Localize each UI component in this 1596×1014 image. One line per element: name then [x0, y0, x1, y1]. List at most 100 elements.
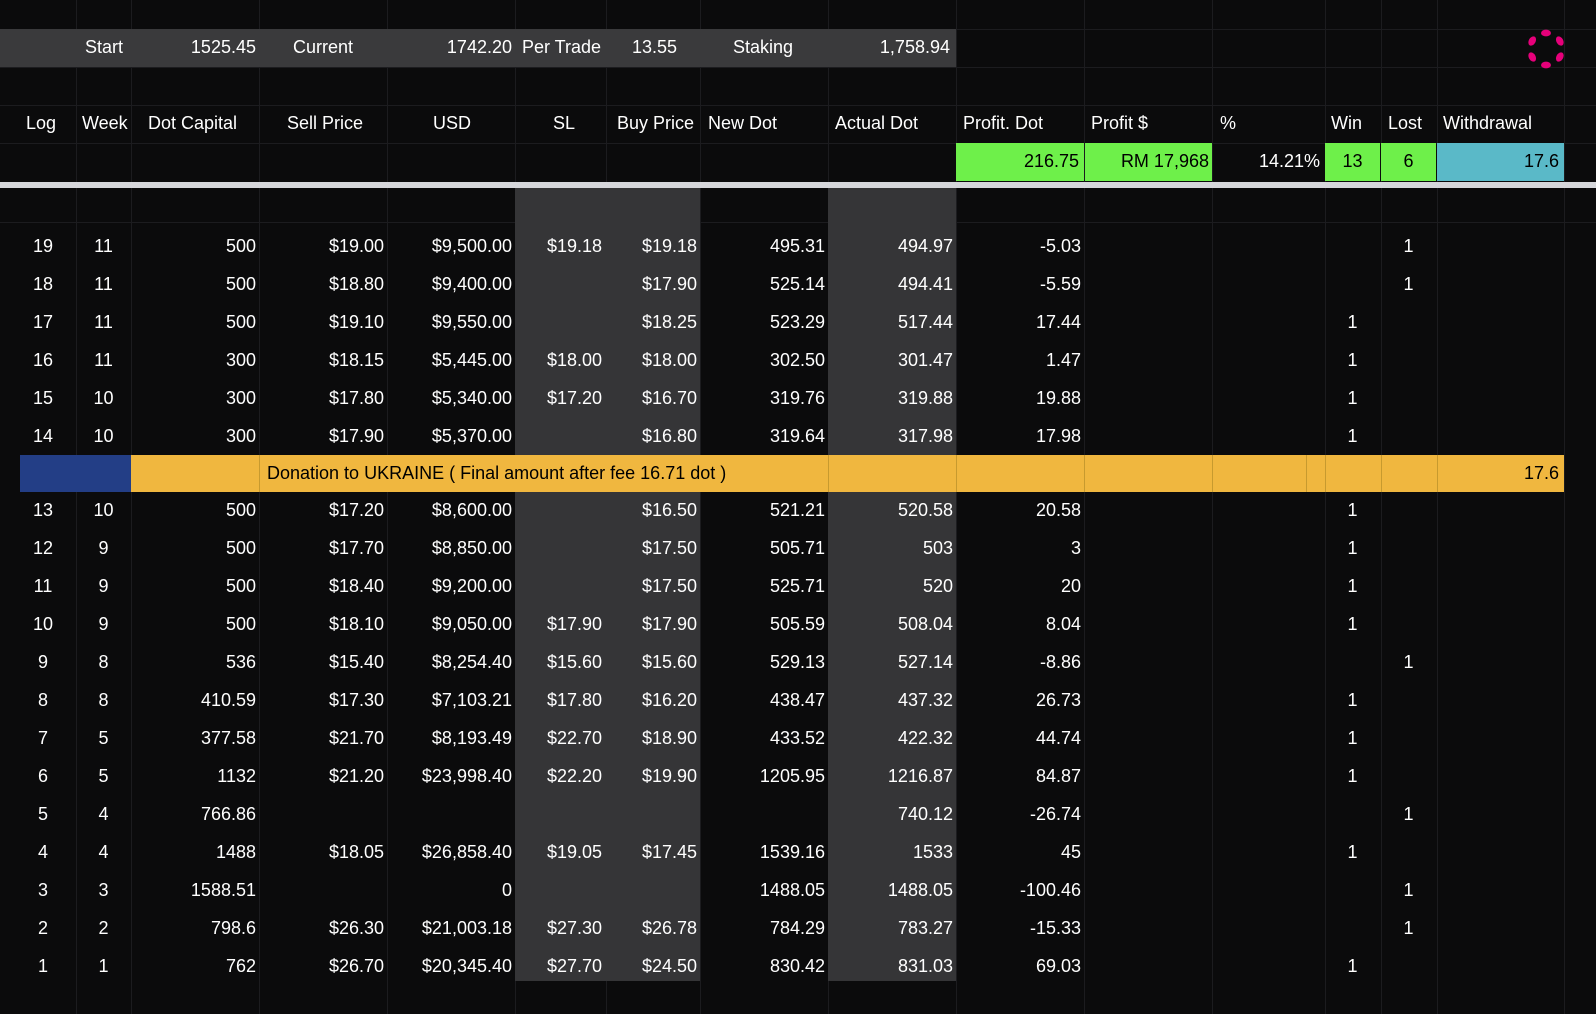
cell-week[interactable]: 9	[76, 568, 131, 605]
cell-sell[interactable]: $15.40	[259, 644, 384, 681]
cell-sell[interactable]: $21.70	[259, 720, 384, 757]
cell-new-dot[interactable]: 521.21	[700, 492, 825, 529]
cell-sell[interactable]: $18.40	[259, 568, 384, 605]
cell-buy[interactable]: $16.20	[606, 682, 697, 719]
cell-actual[interactable]: 508.04	[828, 606, 953, 643]
cell-actual[interactable]: 1533	[828, 834, 953, 871]
cell-buy[interactable]: $16.70	[606, 380, 697, 417]
cell-lost[interactable]: 1	[1381, 644, 1436, 681]
cell-log[interactable]: 9	[20, 644, 66, 681]
cell-profit[interactable]: -5.03	[956, 228, 1081, 265]
col-header-sl[interactable]: SL	[553, 105, 575, 142]
cell-capital[interactable]: 1132	[131, 758, 256, 795]
col-header-actual-dot[interactable]: Actual Dot	[835, 105, 918, 142]
cell-lost[interactable]	[1381, 720, 1436, 757]
cell-week[interactable]: 5	[76, 720, 131, 757]
col-header-usd[interactable]: USD	[433, 105, 471, 142]
cell-capital[interactable]: 500	[131, 266, 256, 303]
cell-lost[interactable]	[1381, 568, 1436, 605]
cell-win[interactable]: 1	[1325, 568, 1380, 605]
cell-log[interactable]: 15	[20, 380, 66, 417]
cell-sell[interactable]: $19.00	[259, 228, 384, 265]
cell-win[interactable]: 1	[1325, 682, 1380, 719]
col-header-buy-price[interactable]: Buy Price	[617, 105, 694, 142]
cell-win[interactable]: 1	[1325, 304, 1380, 341]
cell-buy[interactable]: $16.80	[606, 418, 697, 455]
cell-capital[interactable]: 536	[131, 644, 256, 681]
cell-profit[interactable]: -5.59	[956, 266, 1081, 303]
cell-lost[interactable]	[1381, 758, 1436, 795]
cell-actual[interactable]: 1488.05	[828, 872, 953, 909]
cell-new-dot[interactable]: 495.31	[700, 228, 825, 265]
cell-lost[interactable]	[1381, 682, 1436, 719]
col-header-profit-usd[interactable]: Profit $	[1091, 105, 1148, 142]
cell-buy[interactable]: $17.50	[606, 530, 697, 567]
cell-actual[interactable]: 740.12	[828, 796, 953, 833]
cell-sl[interactable]: $19.05	[515, 834, 602, 871]
cell-buy[interactable]	[606, 872, 697, 909]
cell-buy[interactable]: $15.60	[606, 644, 697, 681]
col-header-dot-capital[interactable]: Dot Capital	[148, 105, 237, 142]
cell-win[interactable]	[1325, 872, 1380, 909]
cell-capital[interactable]: 766.86	[131, 796, 256, 833]
per-trade-value[interactable]: 13.55	[632, 29, 692, 66]
cell-log[interactable]: 8	[20, 682, 66, 719]
cell-new-dot[interactable]: 525.71	[700, 568, 825, 605]
cell-capital[interactable]: 798.6	[131, 910, 256, 947]
cell-lost[interactable]: 1	[1381, 796, 1436, 833]
cell-usd[interactable]: $9,550.00	[387, 304, 512, 341]
cell-sell[interactable]: $19.10	[259, 304, 384, 341]
cell-sell[interactable]: $17.30	[259, 682, 384, 719]
cell-sell[interactable]	[259, 872, 384, 909]
cell-profit[interactable]: 17.44	[956, 304, 1081, 341]
cell-profit[interactable]: -26.74	[956, 796, 1081, 833]
cell-lost[interactable]	[1381, 418, 1436, 455]
cell-win[interactable]: 1	[1325, 606, 1380, 643]
cell-new-dot[interactable]: 319.76	[700, 380, 825, 417]
cell-win[interactable]: 1	[1325, 418, 1380, 455]
cell-actual[interactable]: 783.27	[828, 910, 953, 947]
cell-week[interactable]: 11	[76, 266, 131, 303]
donation-withdrawal[interactable]: 17.6	[1439, 455, 1559, 492]
cell-buy[interactable]: $18.00	[606, 342, 697, 379]
cell-capital[interactable]: 500	[131, 304, 256, 341]
cell-profit[interactable]: -8.86	[956, 644, 1081, 681]
cell-usd[interactable]: $21,003.18	[387, 910, 512, 947]
cell-new-dot[interactable]: 505.71	[700, 530, 825, 567]
cell-actual[interactable]: 520	[828, 568, 953, 605]
cell-profit[interactable]: 84.87	[956, 758, 1081, 795]
cell-lost[interactable]	[1381, 834, 1436, 871]
cell-sl[interactable]: $22.20	[515, 758, 602, 795]
cell-sell[interactable]: $26.30	[259, 910, 384, 947]
cell-win[interactable]	[1325, 910, 1380, 947]
cell-week[interactable]: 8	[76, 682, 131, 719]
cell-win[interactable]: 1	[1325, 492, 1380, 529]
cell-buy[interactable]: $17.90	[606, 606, 697, 643]
cell-log[interactable]: 12	[20, 530, 66, 567]
col-header-log[interactable]: Log	[26, 105, 56, 142]
cell-sl[interactable]: $17.80	[515, 682, 602, 719]
cell-sl[interactable]	[515, 530, 602, 567]
cell-week[interactable]: 4	[76, 796, 131, 833]
cell-usd[interactable]: $8,254.40	[387, 644, 512, 681]
current-value[interactable]: 1742.20	[420, 29, 512, 66]
cell-week[interactable]: 9	[76, 606, 131, 643]
cell-profit[interactable]: 3	[956, 530, 1081, 567]
cell-sell[interactable]: $17.70	[259, 530, 384, 567]
total-lost[interactable]: 6	[1381, 143, 1436, 180]
cell-capital[interactable]: 500	[131, 606, 256, 643]
cell-capital[interactable]: 377.58	[131, 720, 256, 757]
cell-lost[interactable]	[1381, 304, 1436, 341]
cell-sell[interactable]: $18.10	[259, 606, 384, 643]
cell-new-dot[interactable]: 433.52	[700, 720, 825, 757]
cell-buy[interactable]: $19.18	[606, 228, 697, 265]
col-header-win[interactable]: Win	[1331, 105, 1362, 142]
cell-sell[interactable]: $18.15	[259, 342, 384, 379]
cell-sell[interactable]: $17.80	[259, 380, 384, 417]
cell-usd[interactable]: $9,400.00	[387, 266, 512, 303]
cell-log[interactable]: 18	[20, 266, 66, 303]
donation-text[interactable]: Donation to UKRAINE ( Final amount after…	[267, 455, 726, 492]
cell-win[interactable]	[1325, 796, 1380, 833]
cell-actual[interactable]: 494.97	[828, 228, 953, 265]
cell-usd[interactable]: $9,200.00	[387, 568, 512, 605]
